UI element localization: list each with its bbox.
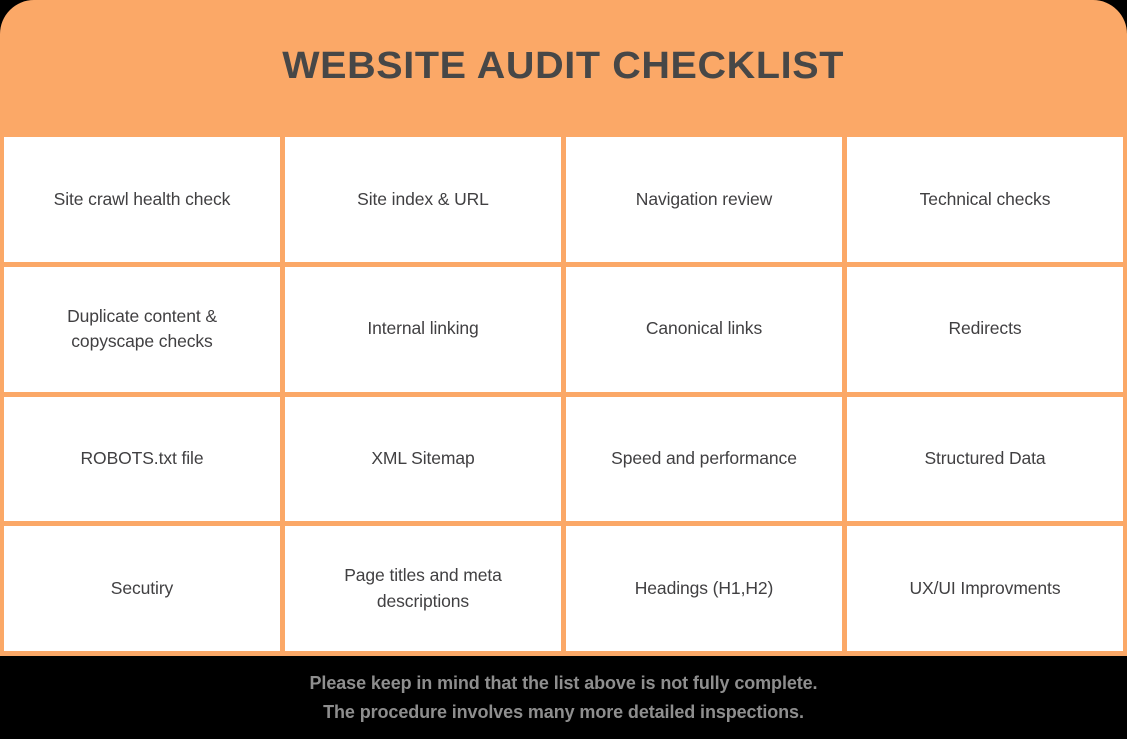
header-band: WEBSITE AUDIT CHECKLIST xyxy=(0,0,1127,133)
footer-line-2: The procedure involves many more detaile… xyxy=(323,701,804,722)
checklist-cell[interactable]: Duplicate content & copyscape checks xyxy=(4,266,280,392)
checklist-cell[interactable]: XML Sitemap xyxy=(285,396,561,522)
checklist-cell[interactable]: Structured Data xyxy=(847,396,1123,522)
checklist-item-label: Page titles and meta descriptions xyxy=(344,565,502,611)
checklist-cell[interactable]: Technical checks xyxy=(847,137,1123,262)
checklist-item-label: XML Sitemap xyxy=(371,448,475,469)
footer-note: Please keep in mind that the list above … xyxy=(0,656,1127,739)
checklist-item-label: Redirects xyxy=(948,318,1022,339)
checklist-item-label: ROBOTS.txt file xyxy=(80,448,204,469)
checklist-cell[interactable]: Secutiry xyxy=(4,526,280,651)
checklist-item-label: UX/UI Improvments xyxy=(909,577,1061,598)
checklist-cell[interactable]: Page titles and meta descriptions xyxy=(285,526,561,651)
website-audit-checklist-infographic: WEBSITE AUDIT CHECKLIST Site crawl healt… xyxy=(0,0,1127,739)
checklist-cell[interactable]: Site crawl health check xyxy=(4,137,280,262)
footer-line-1: Please keep in mind that the list above … xyxy=(309,672,818,693)
checklist-item-label: Internal linking xyxy=(367,318,479,339)
checklist-item-label: Speed and performance xyxy=(611,448,797,469)
page-title: WEBSITE AUDIT CHECKLIST xyxy=(282,45,845,87)
checklist-item-label: Structured Data xyxy=(924,448,1046,469)
checklist-cell[interactable]: Redirects xyxy=(847,266,1123,392)
checklist-item-label: Navigation review xyxy=(635,188,773,209)
checklist-cell[interactable]: Site index & URL xyxy=(285,137,561,262)
checklist-grid: Site crawl health check Site index & URL… xyxy=(0,133,1127,656)
checklist-cell[interactable]: Navigation review xyxy=(566,137,842,262)
checklist-item-label: Site index & URL xyxy=(357,188,489,209)
checklist-cell[interactable]: ROBOTS.txt file xyxy=(4,396,280,522)
checklist-cell[interactable]: Headings (H1,H2) xyxy=(566,526,842,651)
checklist-item-label: Technical checks xyxy=(919,188,1051,209)
checklist-item-label: Canonical links xyxy=(645,318,763,339)
checklist-item-label: Secutiry xyxy=(110,577,174,598)
checklist-item-label: Site crawl health check xyxy=(53,188,231,209)
checklist-cell[interactable]: UX/UI Improvments xyxy=(847,526,1123,651)
checklist-cell[interactable]: Canonical links xyxy=(566,266,842,392)
checklist-item-label: Headings (H1,H2) xyxy=(634,577,774,598)
checklist-cell[interactable]: Internal linking xyxy=(285,266,561,392)
checklist-item-label: Duplicate content & copyscape checks xyxy=(67,305,217,352)
checklist-cell[interactable]: Speed and performance xyxy=(566,396,842,522)
